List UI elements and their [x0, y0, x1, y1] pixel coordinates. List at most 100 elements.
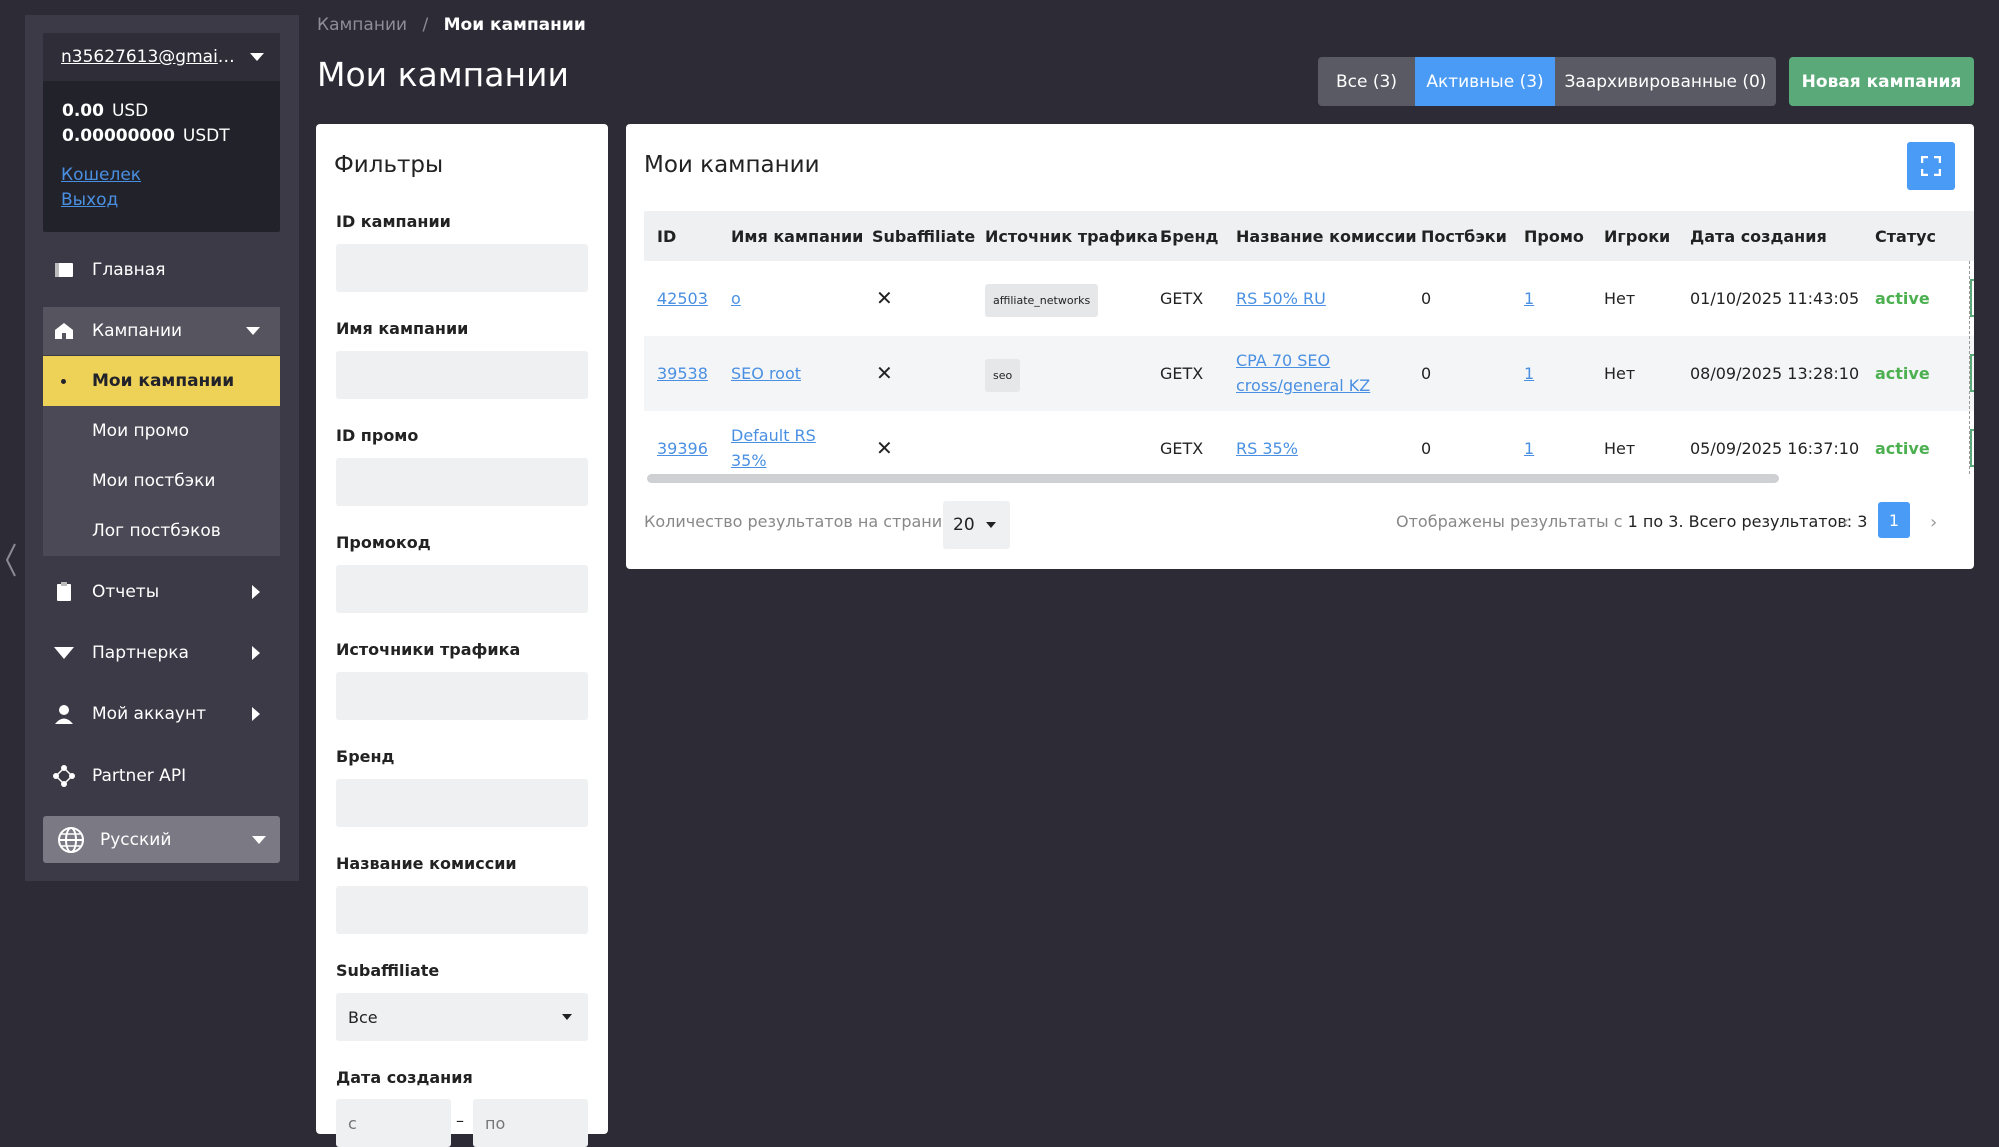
nav-partner-label: Партнерка: [92, 643, 189, 663]
results-prefix: Отображены результаты с: [1396, 512, 1623, 531]
row-commission-link[interactable]: CPA 70 SEO cross/general KZ: [1236, 348, 1386, 398]
col-promo[interactable]: Промо: [1524, 211, 1584, 261]
language-select[interactable]: Русский: [43, 816, 280, 863]
brand-input[interactable]: [336, 779, 588, 827]
nav-postback-log[interactable]: Лог постбэков: [43, 506, 280, 556]
nav-home-label: Главная: [92, 260, 166, 280]
row-name-link[interactable]: SEO root: [731, 361, 801, 386]
col-source[interactable]: Источник трафика: [985, 211, 1158, 261]
subaffiliate-label: Subaffiliate: [336, 961, 440, 980]
chevron-right-icon: [252, 585, 260, 599]
prev-page-icon[interactable]: ‹: [1842, 512, 1849, 533]
traffic-sources-label: Источники трафика: [336, 640, 521, 659]
row-action-edge[interactable]: [1970, 429, 1974, 467]
status-badge: active: [1875, 439, 1930, 458]
nav-home[interactable]: Главная: [43, 246, 280, 294]
nav-my-campaigns[interactable]: Мои кампании: [43, 356, 280, 406]
active-dot-icon: [61, 378, 66, 384]
account-dropdown[interactable]: n35627613@gmail.com: [43, 33, 280, 81]
sidebar-collapse-icon[interactable]: [4, 540, 18, 580]
row-id-link[interactable]: 39538: [657, 361, 708, 386]
tab-archived[interactable]: Заархивированные (0): [1555, 57, 1776, 106]
col-status[interactable]: Статус: [1875, 211, 1936, 261]
chevron-down-icon: [986, 522, 996, 528]
chevron-down-icon: [562, 1014, 572, 1020]
nav-partner-api[interactable]: Partner API: [43, 752, 280, 800]
campaigns-icon: [53, 320, 75, 342]
table-row: 39538 SEO root ✕ seo GETX CPA 70 SEO cro…: [644, 336, 1974, 411]
col-brand[interactable]: Бренд: [1160, 211, 1218, 261]
row-commission-link[interactable]: RS 50% RU: [1236, 286, 1326, 311]
col-subaffiliate[interactable]: Subaffiliate: [872, 211, 975, 261]
date-to-input[interactable]: [473, 1099, 588, 1147]
date-from-input[interactable]: [336, 1099, 451, 1147]
row-name-link[interactable]: Default RS 35%: [731, 423, 836, 473]
account-email[interactable]: n35627613@gmail.com: [61, 47, 236, 67]
funnel-icon: [53, 642, 75, 664]
nav-reports[interactable]: Отчеты: [43, 568, 280, 616]
breadcrumb-separator: /: [422, 15, 429, 35]
chevron-down-icon[interactable]: [250, 53, 264, 61]
brand-label: Бренд: [336, 747, 395, 766]
row-postbacks: 0: [1421, 289, 1432, 308]
wallet-link[interactable]: Кошелек: [61, 165, 141, 185]
filters-panel: Фильтры ID кампании Имя кампании ID пром…: [316, 124, 608, 1147]
balance-usd: 0.00 USD: [62, 101, 149, 121]
campaigns-panel: Мои кампании ID Имя кампании Subaffiliat…: [626, 124, 1974, 569]
row-promo-link[interactable]: 1: [1524, 286, 1534, 311]
table-row: 42503 o ✕ affiliate_networks GETX RS 50%…: [644, 261, 1974, 336]
nav-campaigns[interactable]: Кампании: [43, 307, 280, 355]
created-date-label: Дата создания: [336, 1068, 473, 1087]
horizontal-scrollbar[interactable]: [647, 474, 1779, 483]
logout-link[interactable]: Выход: [61, 190, 118, 210]
fullscreen-icon: [1921, 156, 1941, 176]
clipboard-icon: [53, 581, 75, 603]
col-players[interactable]: Игроки: [1604, 211, 1670, 261]
col-id[interactable]: ID: [657, 211, 676, 261]
row-commission-link[interactable]: RS 35%: [1236, 436, 1298, 461]
subaffiliate-cross-icon: ✕: [876, 286, 893, 310]
campaigns-table: ID Имя кампании Subaffiliate Источник тр…: [644, 211, 1974, 486]
row-players: Нет: [1604, 289, 1636, 308]
chevron-right-icon: [252, 646, 260, 660]
tab-active[interactable]: Активные (3): [1415, 57, 1555, 106]
campaign-name-input[interactable]: [336, 351, 588, 399]
campaign-id-input[interactable]: [336, 244, 588, 292]
breadcrumb-parent[interactable]: Кампании: [317, 15, 407, 35]
globe-icon: [57, 826, 85, 854]
row-action-edge[interactable]: [1970, 354, 1974, 392]
col-commission[interactable]: Название комиссии: [1236, 211, 1417, 261]
row-id-link[interactable]: 39396: [657, 436, 708, 461]
row-action-edge[interactable]: [1970, 279, 1974, 317]
col-name[interactable]: Имя кампании: [731, 211, 863, 261]
nav-partner[interactable]: Партнерка: [43, 629, 280, 677]
col-created[interactable]: Дата создания: [1690, 211, 1827, 261]
campaigns-panel-title: Мои кампании: [644, 152, 820, 178]
row-id-link[interactable]: 42503: [657, 286, 708, 311]
campaigns-submenu: Мои кампании Мои промо Мои постбэки Лог …: [43, 356, 280, 556]
per-page-select[interactable]: 20: [943, 501, 1010, 549]
table-header: ID Имя кампании Subaffiliate Источник тр…: [644, 211, 1974, 261]
row-postbacks: 0: [1421, 364, 1432, 383]
nav-my-postbacks[interactable]: Мои постбэки: [43, 456, 280, 506]
new-campaign-button[interactable]: Новая кампания: [1789, 57, 1974, 106]
next-page-icon[interactable]: ›: [1930, 512, 1937, 533]
subaffiliate-select[interactable]: Все: [336, 993, 588, 1041]
row-postbacks: 0: [1421, 439, 1432, 458]
promocode-input[interactable]: [336, 565, 588, 613]
page-1-button[interactable]: 1: [1878, 502, 1910, 538]
traffic-sources-input[interactable]: [336, 672, 588, 720]
traffic-source-tag: affiliate_networks: [985, 284, 1099, 317]
col-postbacks[interactable]: Постбэки: [1421, 211, 1507, 261]
fullscreen-button[interactable]: [1907, 142, 1955, 190]
row-name-link[interactable]: o: [731, 286, 741, 311]
tab-all[interactable]: Все (3): [1318, 57, 1415, 106]
nav-my-account[interactable]: Мой аккаунт: [43, 690, 280, 738]
promocode-label: Промокод: [336, 533, 431, 552]
promo-id-input[interactable]: [336, 458, 588, 506]
api-nodes-icon: [53, 765, 75, 787]
nav-my-promo[interactable]: Мои промо: [43, 406, 280, 456]
row-promo-link[interactable]: 1: [1524, 361, 1534, 386]
commission-name-input[interactable]: [336, 886, 588, 934]
row-promo-link[interactable]: 1: [1524, 436, 1534, 461]
